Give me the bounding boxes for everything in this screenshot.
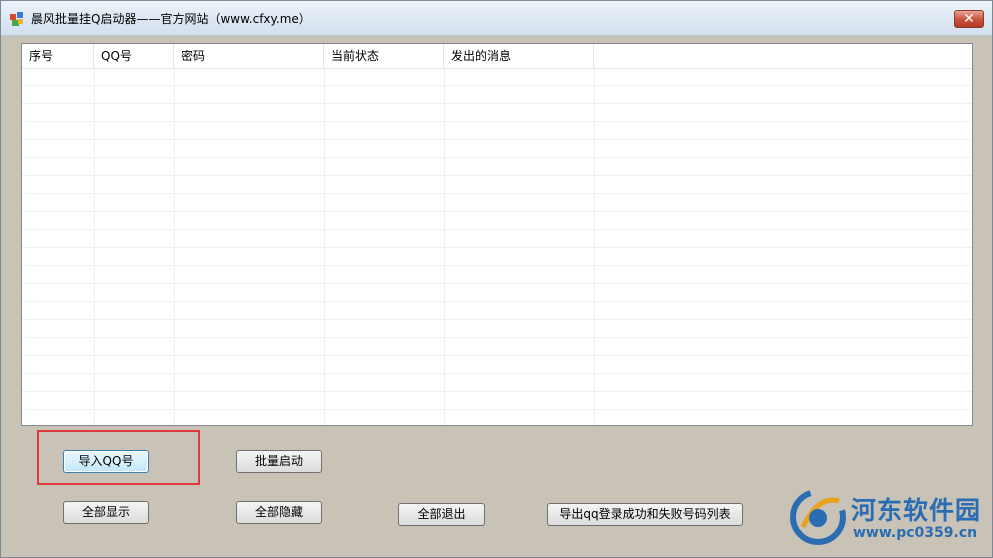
app-window: 晨风批量挂Q启动器——官方网站（www.cfxy.me） ✕ 序号 QQ号 密码…	[0, 0, 993, 558]
export-list-button[interactable]: 导出qq登录成功和失败号码列表	[547, 503, 743, 526]
show-all-button[interactable]: 全部显示	[63, 501, 149, 524]
empty-row-line	[22, 86, 972, 104]
watermark-name: 河东软件园	[851, 496, 982, 525]
empty-row-line	[22, 212, 972, 230]
close-button[interactable]: ✕	[954, 10, 984, 28]
empty-row-line	[22, 338, 972, 356]
watermark-url: www.pc0359.cn	[853, 525, 978, 541]
empty-row-line	[22, 122, 972, 140]
empty-row-line	[22, 194, 972, 212]
empty-row-line	[22, 230, 972, 248]
close-icon: ✕	[963, 11, 975, 27]
empty-row-line	[22, 68, 972, 86]
hide-all-button[interactable]: 全部隐藏	[236, 501, 322, 524]
exit-all-button[interactable]: 全部退出	[398, 503, 485, 526]
batch-start-button[interactable]: 批量启动	[236, 450, 322, 473]
empty-row-line	[22, 176, 972, 194]
empty-row-line	[22, 158, 972, 176]
title-bar[interactable]: 晨风批量挂Q启动器——官方网站（www.cfxy.me） ✕	[1, 1, 992, 36]
window-title: 晨风批量挂Q启动器——官方网站（www.cfxy.me）	[31, 12, 311, 26]
column-header-qq[interactable]: QQ号	[94, 44, 174, 68]
app-icon	[10, 12, 23, 26]
empty-row-line	[22, 284, 972, 302]
watermark-logo-icon	[790, 489, 846, 545]
site-watermark: 河东软件园 www.pc0359.cn	[787, 487, 987, 549]
column-header-index[interactable]: 序号	[22, 44, 94, 68]
empty-row-line	[22, 104, 972, 122]
qq-account-list[interactable]: 序号 QQ号 密码 当前状态 发出的消息	[21, 43, 973, 426]
column-header-status[interactable]: 当前状态	[324, 44, 444, 68]
import-qq-button[interactable]: 导入QQ号	[63, 450, 149, 473]
empty-row-line	[22, 140, 972, 158]
empty-row-line	[22, 374, 972, 392]
list-header: 序号 QQ号 密码 当前状态 发出的消息	[22, 44, 972, 69]
empty-row-line	[22, 410, 972, 425]
column-header-message[interactable]: 发出的消息	[444, 44, 594, 68]
empty-row-line	[22, 356, 972, 374]
empty-row-line	[22, 392, 972, 410]
empty-row-line	[22, 248, 972, 266]
column-header-password[interactable]: 密码	[174, 44, 324, 68]
empty-row-line	[22, 302, 972, 320]
empty-row-line	[22, 320, 972, 338]
empty-row-line	[22, 266, 972, 284]
